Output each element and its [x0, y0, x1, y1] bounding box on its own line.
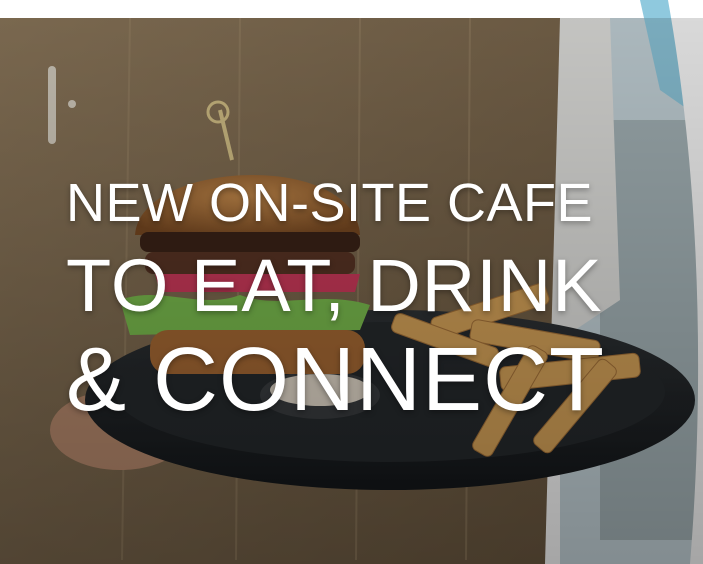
- cafe-headline: NEW ON-SITE CAFE TO EAT, DRINK & CONNECT: [0, 0, 703, 564]
- headline-line-1: NEW ON-SITE CAFE: [66, 173, 594, 233]
- headline-line-2: TO EAT, DRINK: [66, 244, 603, 327]
- headline-line-3: & CONNECT: [66, 330, 606, 430]
- cafe-promo-banner: NEW ON-SITE CAFE TO EAT, DRINK & CONNECT: [0, 0, 703, 564]
